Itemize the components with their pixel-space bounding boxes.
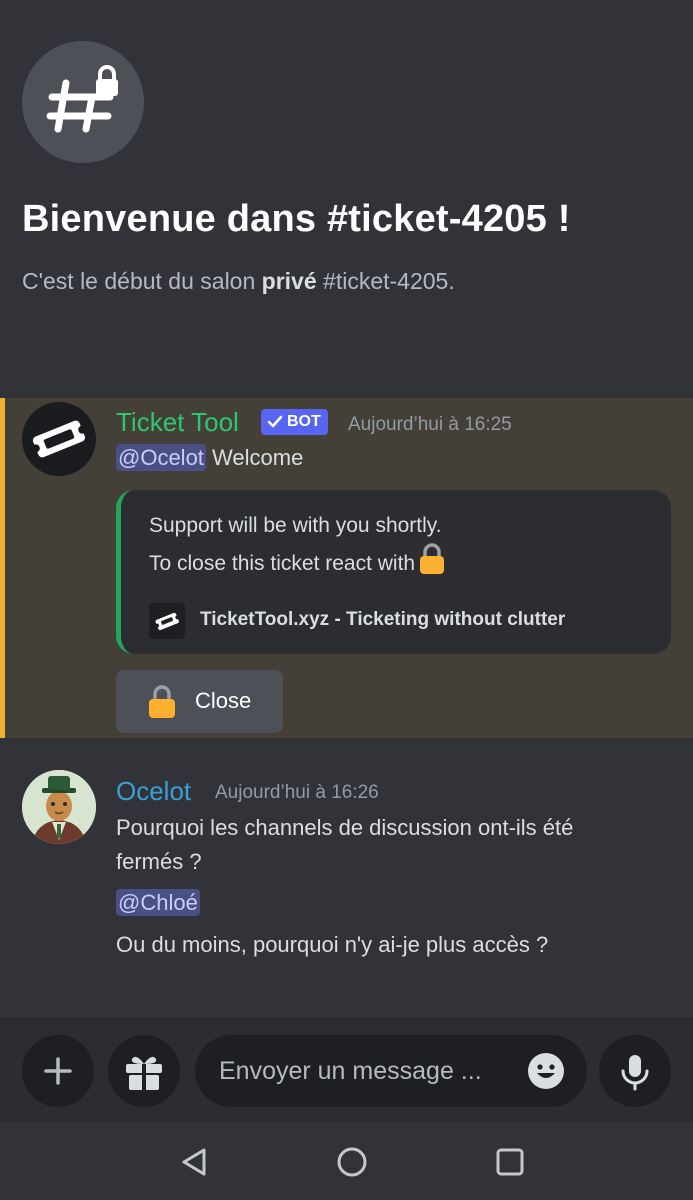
avatar[interactable] (22, 402, 96, 476)
embed-line: To close this ticket react with (149, 552, 416, 575)
embed-footer: TicketTool.xyz - Ticketing without clutt… (200, 609, 566, 630)
message-text: Ou du moins, pourquoi n'y ai-je plus acc… (116, 932, 549, 957)
welcome-subtitle-suffix: #ticket-4205. (316, 268, 455, 294)
home-circle-icon[interactable] (336, 1146, 368, 1178)
channel-icon (22, 41, 144, 163)
message-text: Welcome (205, 445, 304, 470)
ticket-icon (149, 603, 185, 639)
message-timestamp: Aujourd’hui à 16:25 (348, 414, 512, 435)
welcome-subtitle: C'est le début du salon privé #ticket-42… (22, 268, 455, 295)
message-composer (0, 1018, 693, 1122)
welcome-subtitle-bold: privé (261, 268, 317, 294)
message-timestamp: Aujourd’hui à 16:26 (215, 782, 379, 803)
welcome-title: Bienvenue dans #ticket-4205 ! (22, 198, 571, 240)
microphone-icon (621, 1055, 649, 1091)
close-ticket-button[interactable]: Close (116, 670, 283, 733)
message-text: fermés ? (116, 849, 202, 874)
bot-badge-label: BOT (287, 413, 321, 430)
author-name[interactable]: Ocelot (116, 776, 191, 807)
gift-button[interactable] (108, 1035, 180, 1107)
add-attachment-button[interactable] (22, 1035, 94, 1107)
close-button-label: Close (195, 688, 252, 713)
back-triangle-icon[interactable] (178, 1146, 210, 1178)
plus-icon (44, 1057, 72, 1085)
lock-icon (148, 685, 176, 724)
emoji-button[interactable] (527, 1052, 565, 1095)
message-mention-line: @Chloé (116, 889, 200, 916)
message-text: Pourquoi les channels de discussion ont-… (116, 815, 574, 840)
embed-card: Support will be with you shortly. To clo… (116, 490, 671, 654)
lock-icon (419, 543, 445, 586)
emoji-icon (528, 1053, 564, 1089)
ocelot-avatar-image (22, 770, 96, 844)
welcome-subtitle-prefix: C'est le début du salon (22, 268, 262, 294)
recents-square-icon[interactable] (494, 1146, 526, 1178)
checkmark-icon (267, 415, 283, 428)
system-navigation-bar (0, 1122, 693, 1200)
user-mention[interactable]: @Ocelot (116, 444, 206, 471)
author-name[interactable]: Ticket Tool (116, 407, 239, 438)
bot-badge: BOT (261, 409, 328, 435)
voice-message-button[interactable] (599, 1035, 671, 1107)
embed-line-with-emoji: To close this ticket react with (149, 543, 445, 586)
locked-hashtag-icon (46, 65, 118, 133)
avatar[interactable] (22, 770, 96, 844)
embed-description: Support will be with you shortly. To clo… (149, 508, 445, 586)
embed-line: Support will be with you shortly. (149, 514, 442, 537)
message-content: @Ocelot Welcome (116, 444, 304, 471)
ticket-icon (32, 420, 86, 458)
user-mention[interactable]: @Chloé (116, 889, 200, 916)
gift-icon (126, 1056, 162, 1090)
